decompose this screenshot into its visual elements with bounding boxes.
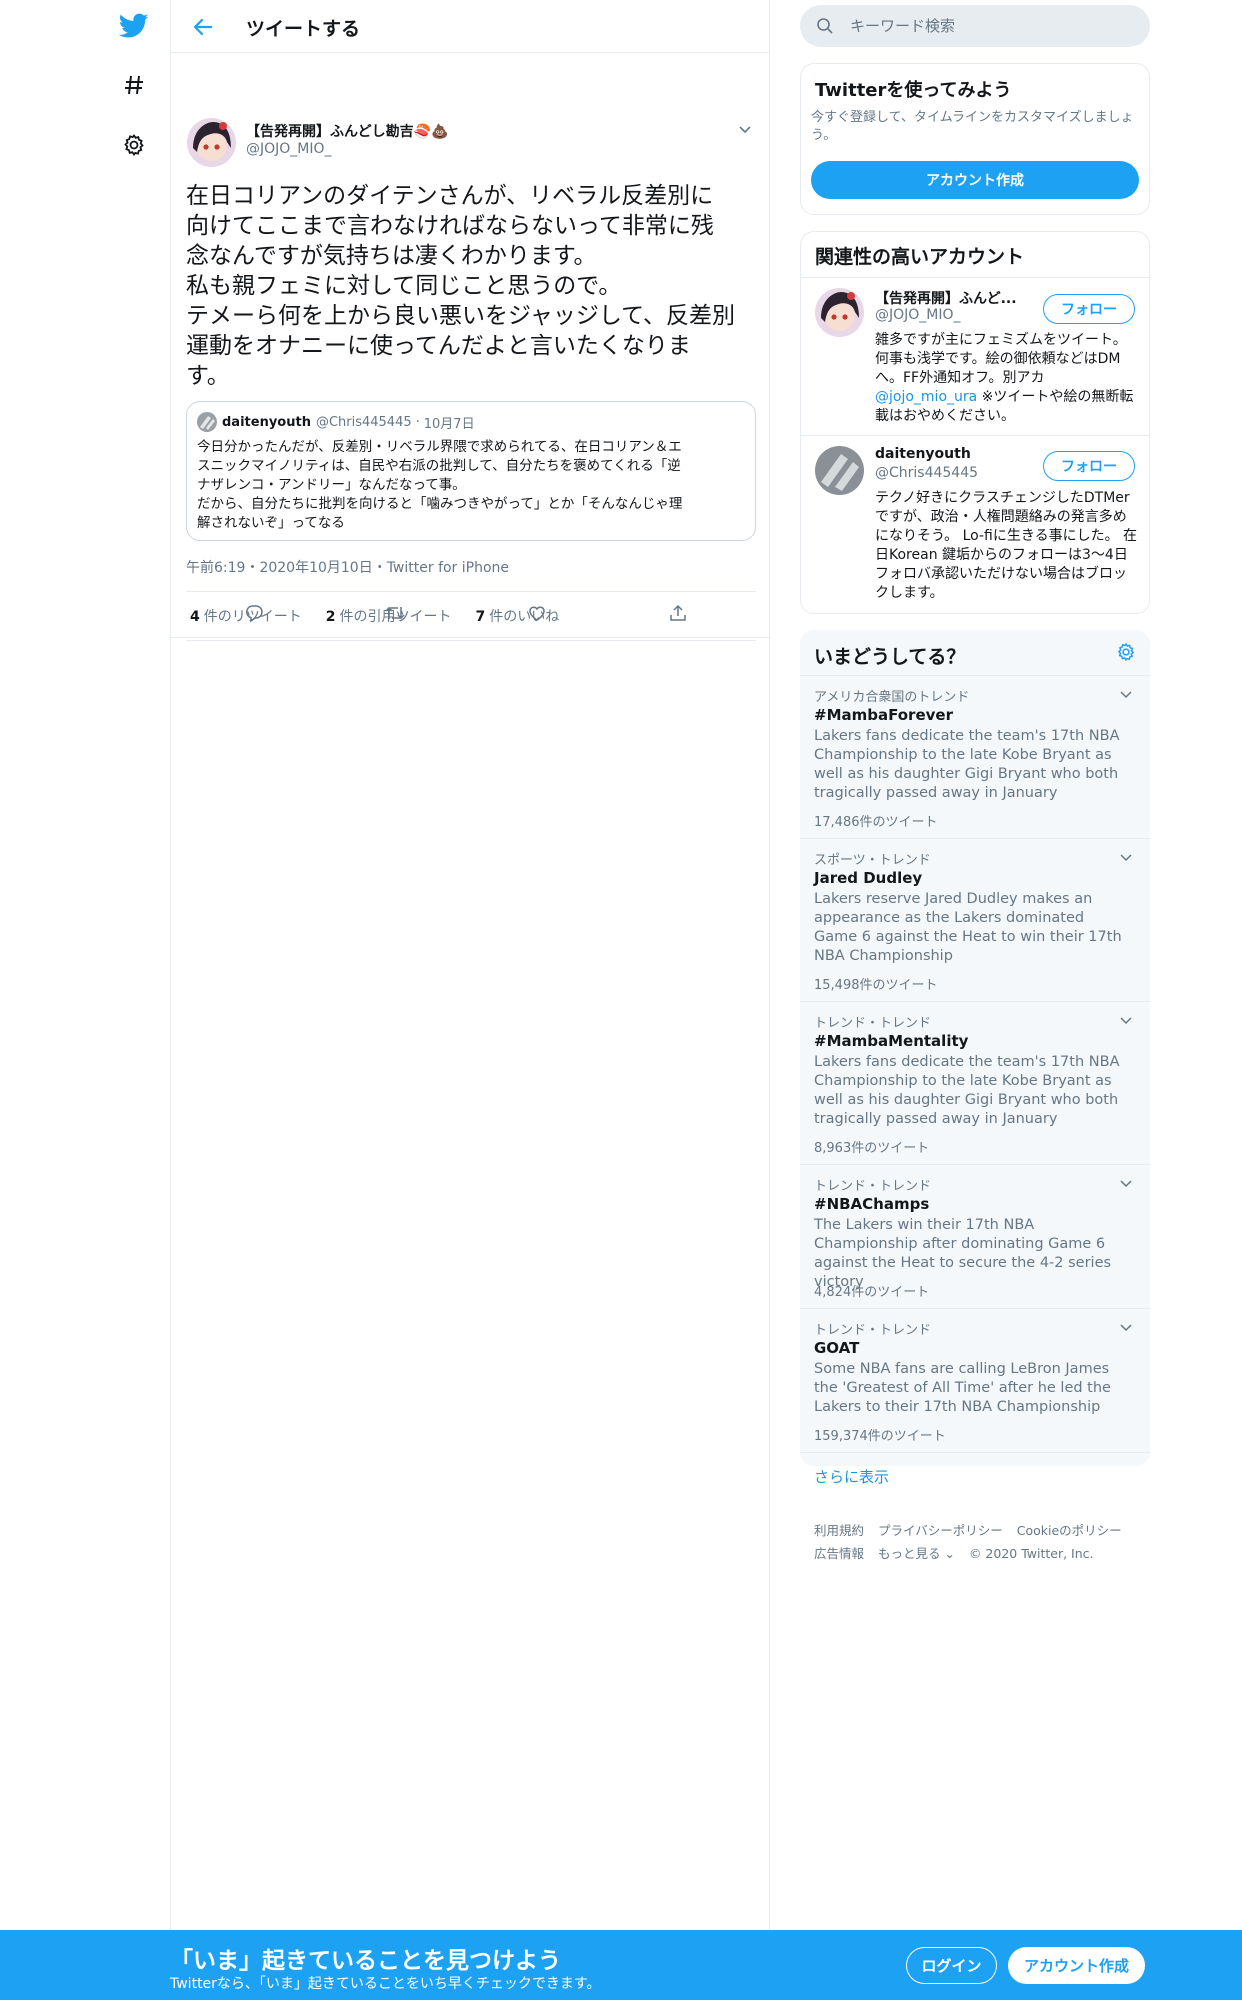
avatar[interactable] (187, 118, 236, 167)
trend-name: #NBAChamps (814, 1195, 930, 1213)
trend-count: 8,963件のツイート (814, 1141, 930, 1156)
follow-button[interactable]: フォロー (1043, 451, 1135, 481)
trend-category: トレンド・トレンド (814, 1016, 932, 1031)
bottom-bar-title: 「いま」起きていることを見つけよう (170, 1948, 561, 1974)
reply-icon[interactable] (242, 601, 266, 625)
trend-item[interactable]: アメリカ合衆国のトレンド #MambaForever Lakers fans d… (800, 675, 1150, 838)
trend-name: #MambaMentality (814, 1032, 969, 1050)
signup-title: Twitterを使ってみよう (815, 80, 1012, 101)
page-header: ツイートする (171, 0, 769, 53)
trends-title: いまどうしてる？ (814, 646, 966, 668)
trend-name: #MambaForever (814, 706, 953, 724)
account-bio: 雑多ですが主にフェミズムをツイート。 何事も浅学です。絵の御依頼などはDMへ。F… (875, 331, 1140, 426)
gear-icon[interactable] (1116, 642, 1136, 662)
trend-category: スポーツ・トレンド (814, 853, 931, 868)
search-input[interactable] (850, 5, 1130, 47)
trend-item[interactable]: トレンド・トレンド GOAT Some NBA fans are calling… (800, 1308, 1150, 1452)
tweet-actions (171, 588, 771, 638)
bio-text: 雑多ですが主にフェミズムをツイート。 何事も浅学です。絵の御依頼などはDMへ。F… (875, 332, 1127, 386)
heart-icon[interactable] (525, 601, 549, 625)
chevron-down-icon[interactable] (1118, 849, 1134, 865)
signup-description: 今すぐ登録して、タイムラインをカスタマイズしましょう。 (811, 110, 1134, 143)
trend-item[interactable]: トレンド・トレンド #MambaMentality Lakers fans de… (800, 1001, 1150, 1164)
chevron-down-icon[interactable] (735, 119, 755, 139)
quote-text: 今日分かったんだが、反差別・リベラル界隈で求められてる、在日コリアン＆エ スニッ… (197, 439, 683, 531)
search-bar[interactable] (800, 5, 1150, 47)
bio-link[interactable]: @jojo_mio_ura (875, 389, 977, 405)
show-more-row: さらに表示 (800, 1452, 1150, 1496)
tweet-meta[interactable]: 午前6:19・2020年10月10日・Twitter for iPhone (186, 557, 509, 577)
main-column: ツイートする 【告発再開】ふんどし勘吉🍣💩 @JOJO_MIO_ 在日コリアンの… (170, 0, 771, 1930)
signup-panel: Twitterを使ってみよう 今すぐ登録して、タイムラインをカスタマイズしましょ… (800, 63, 1150, 215)
author-handle[interactable]: @JOJO_MIO_ (246, 141, 332, 157)
tweet-text: 在日コリアンのダイテンさんが、リベラル反差別に 向けてここまで言わなければならな… (186, 181, 756, 391)
account-bio: テクノ好きにクラスチェンジしたDTMerですが、政治・人権問題絡みの発言多めにな… (875, 490, 1138, 601)
quoted-tweet[interactable]: daitenyouth @Chris445445 · 10月7日 今日分かったん… (186, 401, 756, 541)
chevron-down-icon[interactable] (1118, 686, 1134, 702)
trend-category: トレンド・トレンド (814, 1179, 932, 1194)
arrow-left-icon (193, 18, 213, 36)
footer-links: 利用規約 プライバシーポリシー Cookieのポリシー 広告情報 もっと見る ⌄… (814, 1519, 1144, 1565)
chevron-down-icon[interactable] (1118, 1012, 1134, 1028)
avatar[interactable] (815, 288, 864, 337)
trend-count: 4,824件のツイート (814, 1285, 930, 1300)
bottom-signup-bar: 「いま」起きていることを見つけよう Twitterなら、「いま」起きていることを… (0, 1930, 1242, 2000)
quote-author-name: daitenyouth (222, 414, 311, 430)
trend-description: Lakers reserve Jared Dudley makes an app… (814, 891, 1122, 964)
footer-link-more[interactable]: もっと見る ⌄ (878, 1546, 955, 1561)
share-icon[interactable] (666, 601, 690, 625)
trend-name: GOAT (814, 1339, 860, 1357)
create-account-button[interactable]: アカウント作成 (811, 161, 1139, 199)
hashtag-icon[interactable] (110, 61, 158, 109)
author-name[interactable]: 【告発再開】ふんどし勘吉🍣💩 (246, 121, 448, 141)
separator-dot: · (415, 414, 420, 430)
avatar[interactable] (815, 446, 864, 495)
show-more-link[interactable]: さらに表示 (814, 1466, 889, 1487)
trend-item[interactable]: スポーツ・トレンド Jared Dudley Lakers reserve Ja… (800, 838, 1150, 1001)
chevron-down-icon[interactable] (1118, 1319, 1134, 1335)
page-title: ツイートする (246, 18, 361, 40)
quote-date: 10月7日 (423, 416, 475, 432)
trend-category: トレンド・トレンド (814, 1323, 932, 1338)
account-handle[interactable]: @JOJO_MIO_ (875, 307, 961, 323)
footer-link-terms[interactable]: 利用規約 (814, 1523, 864, 1538)
follow-button[interactable]: フォロー (1043, 294, 1135, 324)
account-handle[interactable]: @Chris445445 (875, 465, 978, 481)
trend-category: アメリカ合衆国のトレンド (814, 690, 970, 705)
twitter-logo-icon[interactable] (110, 2, 158, 50)
search-icon (816, 17, 834, 35)
trend-count: 17,486件のツイート (814, 815, 938, 830)
gear-icon[interactable] (110, 121, 158, 169)
account-name[interactable]: daitenyouth (875, 446, 1035, 462)
bottom-bar-subtitle: Twitterなら、「いま」起きていることをいち早くチェックできます。 (170, 1976, 601, 1992)
trend-count: 15,498件のツイート (814, 978, 938, 993)
divider (801, 435, 1149, 436)
login-button[interactable]: ログイン (906, 1947, 997, 1984)
trend-item[interactable]: トレンド・トレンド #NBAChamps The Lakers win thei… (800, 1164, 1150, 1308)
chevron-down-icon[interactable] (1118, 1175, 1134, 1191)
quoted-tweet-header: daitenyouth @Chris445445 · 10月7日 (197, 412, 745, 432)
trend-description: Lakers fans dedicate the team's 17th NBA… (814, 1054, 1120, 1127)
divider (801, 277, 1149, 278)
tweet-body: 在日コリアンのダイテンさんが、リベラル反差別に 向けてここまで言わなければならな… (186, 183, 736, 389)
quote-author-handle: @Chris445445 (315, 414, 412, 430)
back-button[interactable] (187, 11, 219, 43)
footer-link-privacy[interactable]: プライバシーポリシー (878, 1523, 1003, 1538)
footer-link-cookies[interactable]: Cookieのポリシー (1017, 1523, 1122, 1538)
signup-button[interactable]: アカウント作成 (1008, 1947, 1145, 1984)
trend-description: Some NBA fans are calling LeBron James t… (814, 1361, 1111, 1415)
related-accounts-panel: 関連性の高いアカウント 【告発再開】ふんど... @JOJO_MIO_ フォロー… (800, 231, 1150, 614)
trend-description: Lakers fans dedicate the team's 17th NBA… (814, 728, 1120, 801)
trend-name: Jared Dudley (814, 869, 923, 887)
account-name[interactable]: 【告発再開】ふんど... (875, 288, 1035, 308)
footer-link-ads[interactable]: 広告情報 (814, 1546, 864, 1561)
trends-panel: いまどうしてる？ アメリカ合衆国のトレンド #MambaForever Lake… (800, 630, 1150, 1486)
footer-copyright: © 2020 Twitter, Inc. (968, 1546, 1094, 1561)
left-nav (100, 0, 170, 1930)
quote-avatar (197, 412, 217, 432)
related-accounts-title: 関連性の高いアカウント (815, 246, 1025, 268)
retweet-icon[interactable] (383, 601, 407, 625)
trend-count: 159,374件のツイート (814, 1429, 946, 1444)
